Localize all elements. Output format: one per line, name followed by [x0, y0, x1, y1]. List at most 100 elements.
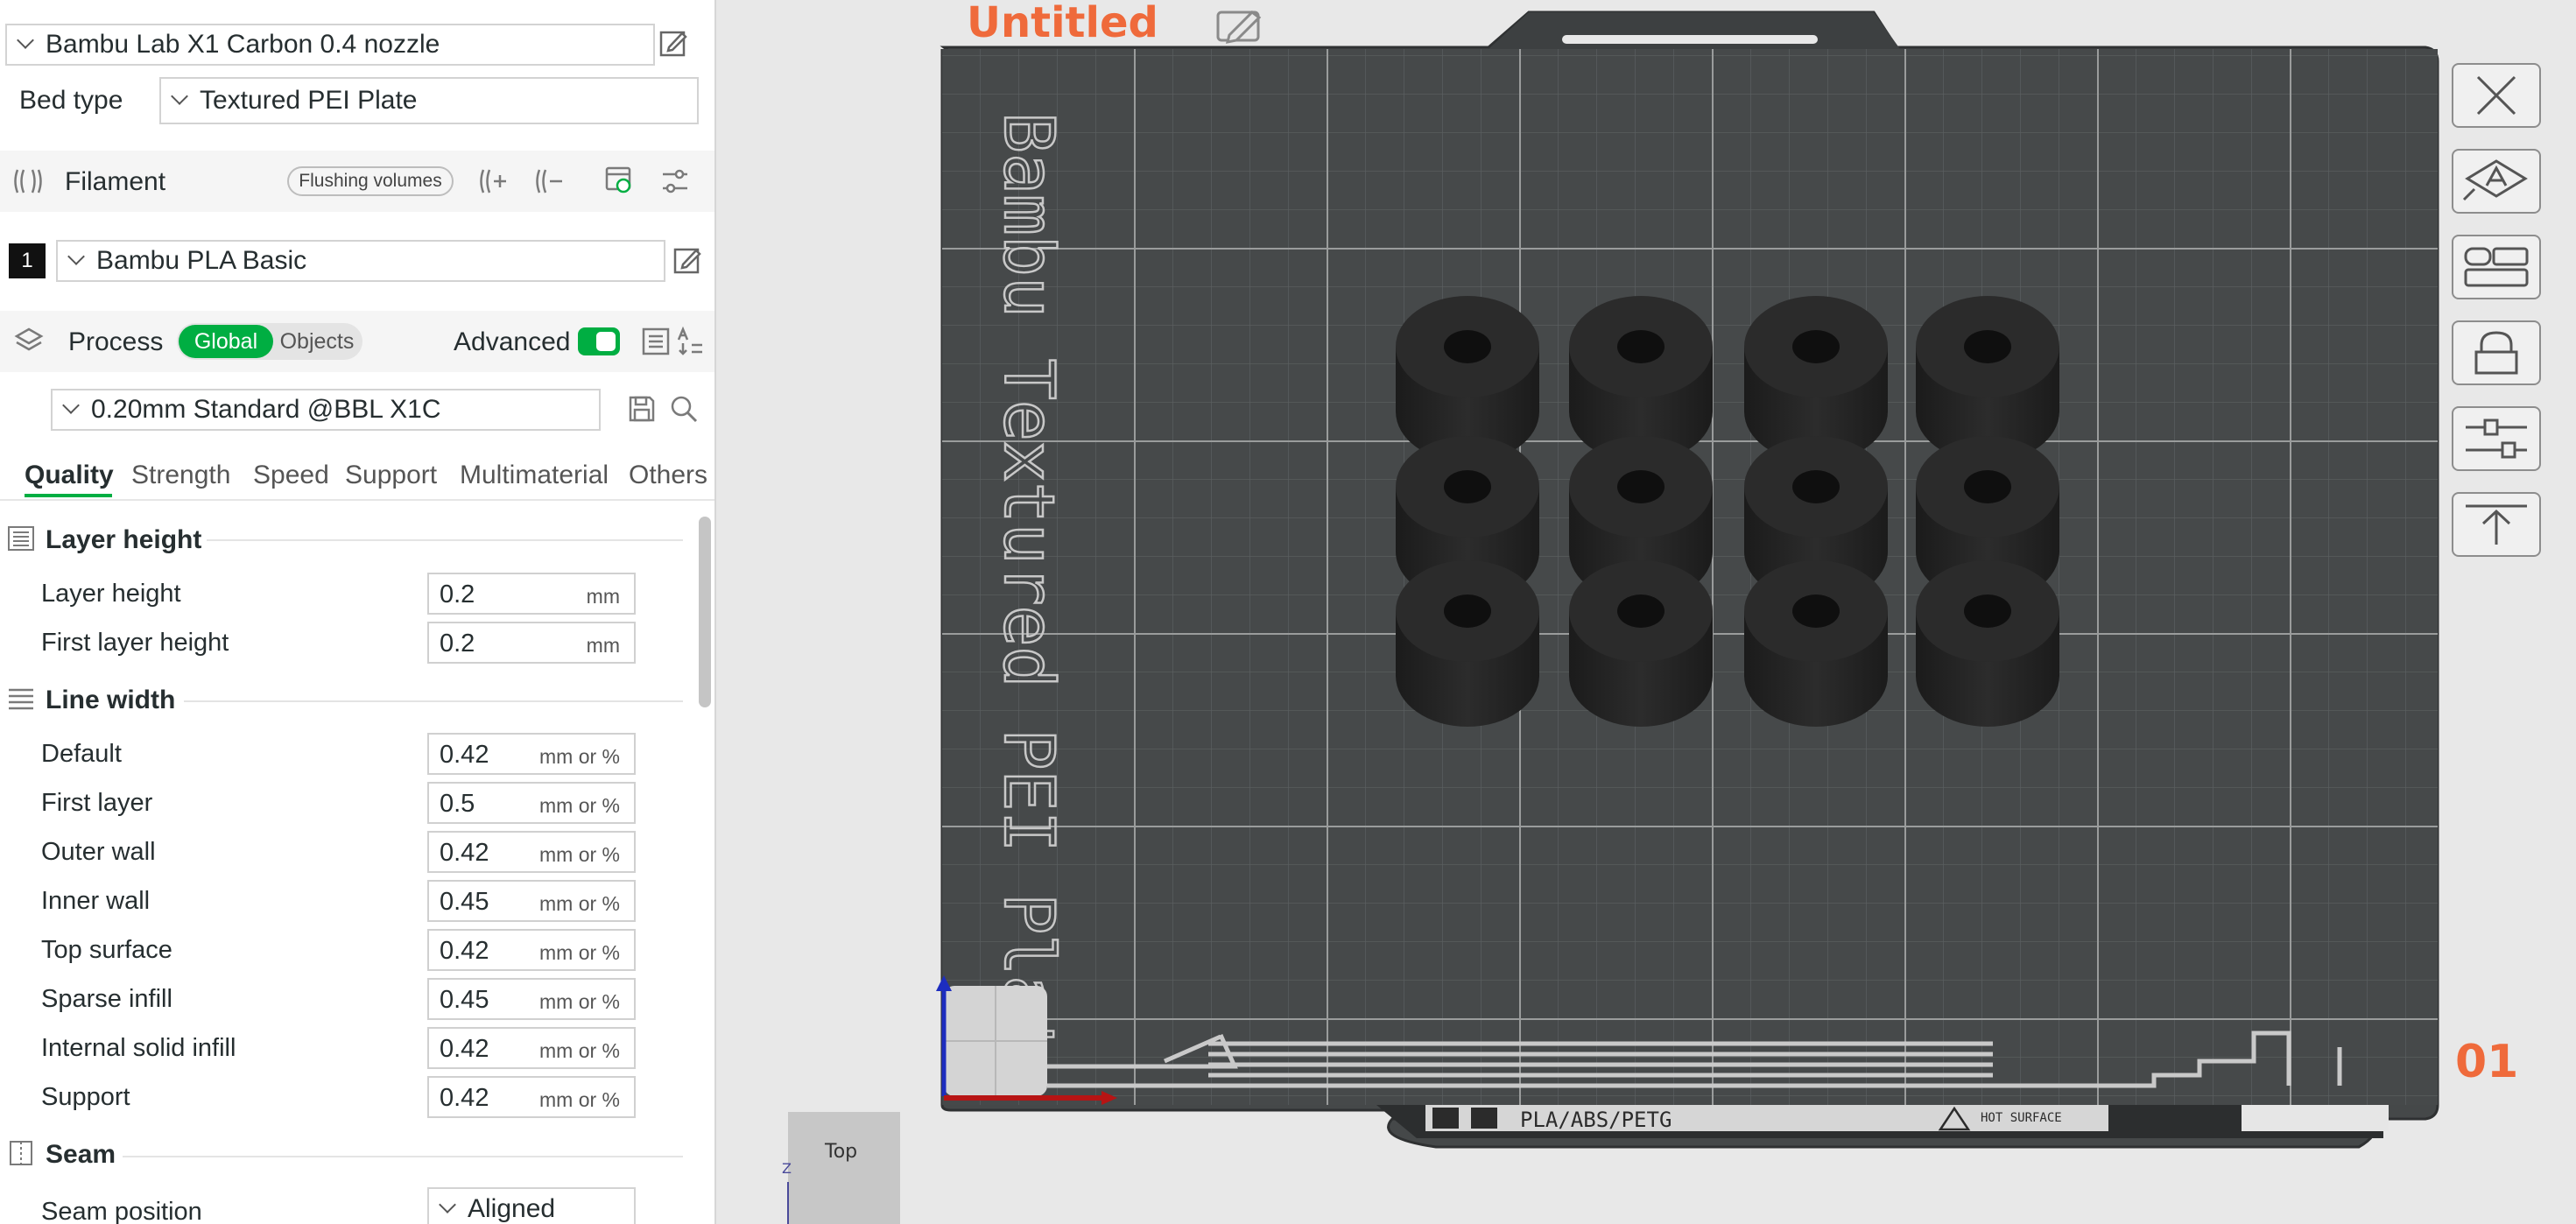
chevron-down-icon — [171, 88, 188, 105]
plate-number[interactable]: 01 — [2455, 1036, 2518, 1088]
group-divider — [184, 700, 683, 702]
filament-select-value: Bambu PLA Basic — [96, 246, 307, 275]
line-width-inner-wall-input[interactable]: 0.45 mm or % — [427, 880, 636, 922]
filament-slot-number[interactable]: 1 — [9, 243, 46, 278]
part-hole — [1964, 594, 2011, 628]
line-width-top-surface-input[interactable]: 0.42 mm or % — [427, 929, 636, 971]
line-width-internal-solid-infill-input[interactable]: 0.42 mm or % — [427, 1027, 636, 1069]
setting-unit: mm or % — [539, 1039, 620, 1062]
arrange-icon — [2464, 247, 2529, 287]
first-layer-height-input[interactable]: 0.2 mm — [427, 622, 636, 664]
lay-on-face-button[interactable] — [2452, 492, 2541, 557]
setting-row: Top surface 0.42 mm or % — [0, 929, 692, 971]
3d-viewport[interactable]: Bambu Textured PEI Plate PLA/ABS/PETG HO… — [718, 0, 2576, 1224]
setting-unit: mm — [586, 634, 620, 657]
part-hole — [1792, 594, 1840, 628]
tab-speed[interactable]: Speed — [253, 461, 329, 490]
tab-strength[interactable]: Strength — [131, 461, 230, 490]
setting-label: Layer height — [41, 580, 181, 608]
model-part[interactable] — [1916, 560, 2059, 727]
part-hole — [1792, 470, 1840, 503]
part-hole — [1444, 470, 1491, 503]
setting-row: Inner wall 0.45 mm or % — [0, 880, 692, 922]
toggle-global-label: Global — [194, 328, 258, 354]
tab-others[interactable]: Others — [629, 461, 707, 490]
model-part[interactable] — [1569, 560, 1713, 727]
filament-settings-icon[interactable] — [660, 166, 690, 196]
edit-icon[interactable] — [658, 28, 688, 58]
bed-type-select[interactable]: Textured PEI Plate — [159, 77, 699, 124]
setting-row: Default 0.42 mm or % — [0, 733, 692, 775]
line-width-support-input[interactable]: 0.42 mm or % — [427, 1076, 636, 1118]
group-seam-title: Seam — [46, 1140, 116, 1169]
group-divider — [207, 539, 683, 541]
filament-select[interactable]: Bambu PLA Basic — [56, 240, 665, 282]
setting-label: Outer wall — [41, 838, 156, 866]
sort-settings-icon[interactable] — [674, 326, 706, 357]
remove-filament-icon[interactable] — [532, 166, 564, 196]
lay-on-face-icon — [2466, 504, 2527, 545]
flushing-volumes-label: Flushing volumes — [299, 171, 442, 191]
model-part[interactable] — [1396, 560, 1539, 727]
process-preset-value: 0.20mm Standard @BBL X1C — [91, 395, 441, 424]
filament-slot-number-text: 1 — [21, 249, 33, 272]
seam-position-value: Aligned — [468, 1194, 556, 1223]
model-part[interactable] — [1744, 560, 1888, 727]
setting-value: 0.42 — [440, 839, 489, 867]
search-icon[interactable] — [669, 394, 699, 424]
toggle-global[interactable]: Global — [179, 325, 273, 358]
tab-multimaterial[interactable]: Multimaterial — [460, 461, 609, 490]
flushing-volumes-button[interactable]: Flushing volumes — [287, 166, 454, 196]
global-objects-toggle[interactable]: Global Objects — [177, 323, 362, 360]
seam-position-select[interactable]: Aligned — [427, 1187, 636, 1224]
tabs-divider — [0, 499, 714, 501]
setting-row: Seam position Aligned — [0, 1187, 692, 1224]
setting-value: 0.42 — [440, 1035, 489, 1063]
toggle-objects[interactable]: Objects — [273, 325, 361, 358]
tab-quality[interactable]: Quality — [25, 461, 114, 490]
sync-ams-icon[interactable] — [604, 165, 636, 196]
tab-support[interactable]: Support — [345, 461, 437, 490]
chevron-down-icon — [62, 397, 80, 414]
setting-value: 0.42 — [440, 741, 489, 769]
settings-sliders-button[interactable] — [2452, 406, 2541, 471]
setting-value: 0.42 — [440, 1084, 489, 1112]
process-preset-select[interactable]: 0.20mm Standard @BBL X1C — [51, 389, 601, 431]
process-title: Process — [68, 327, 164, 356]
layer-height-input[interactable]: 0.2 mm — [427, 573, 636, 615]
printer-select[interactable]: Bambu Lab X1 Carbon 0.4 nozzle — [5, 24, 655, 66]
add-filament-icon[interactable] — [476, 166, 508, 196]
part-hole — [1617, 470, 1665, 503]
group-layer-height-title: Layer height — [46, 525, 202, 554]
close-icon — [2476, 75, 2516, 116]
part-hole — [1617, 594, 1665, 628]
line-width-sparse-infill-input[interactable]: 0.45 mm or % — [427, 978, 636, 1020]
printer-select-value: Bambu Lab X1 Carbon 0.4 nozzle — [46, 30, 440, 59]
setting-value: 0.42 — [440, 937, 489, 965]
setting-row: First layer height 0.2 mm — [0, 622, 692, 664]
chevron-down-icon — [17, 32, 34, 49]
line-width-default-input[interactable]: 0.42 mm or % — [427, 733, 636, 775]
edit-title-icon[interactable] — [1216, 11, 1262, 44]
auto-orient-icon — [2462, 159, 2528, 201]
setting-row: Internal solid infill 0.42 mm or % — [0, 1027, 692, 1069]
advanced-switch[interactable] — [578, 327, 620, 355]
setting-value: 0.2 — [440, 580, 475, 608]
compare-presets-icon[interactable] — [641, 326, 672, 357]
setting-value: 0.45 — [440, 986, 489, 1014]
view-cube[interactable] — [788, 1112, 900, 1224]
edit-icon[interactable] — [672, 245, 702, 275]
save-icon[interactable] — [627, 394, 657, 424]
auto-orient-button[interactable] — [2452, 149, 2541, 214]
line-width-first-layer-input[interactable]: 0.5 mm or % — [427, 782, 636, 824]
settings-scrollbar[interactable] — [699, 517, 711, 707]
setting-label: Inner wall — [41, 887, 151, 915]
project-title[interactable]: Untitled — [967, 0, 1158, 47]
line-width-outer-wall-input[interactable]: 0.42 mm or % — [427, 831, 636, 873]
arrange-button[interactable] — [2452, 235, 2541, 299]
setting-unit: mm or % — [539, 990, 620, 1013]
close-button[interactable] — [2452, 63, 2541, 128]
layer-height-icon — [8, 526, 34, 551]
lock-button[interactable] — [2452, 320, 2541, 385]
setting-value: 0.2 — [440, 630, 475, 658]
